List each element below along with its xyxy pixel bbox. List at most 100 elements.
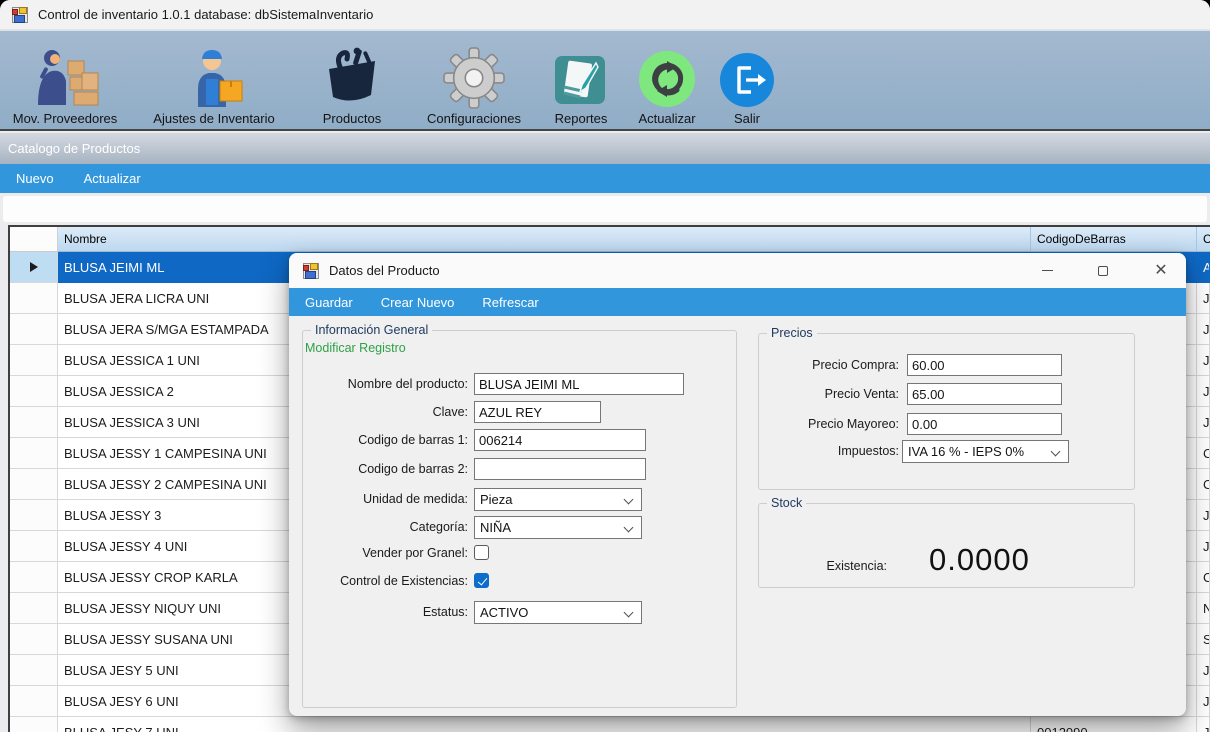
cell-clave[interactable]: CA bbox=[1197, 438, 1210, 469]
menu-item-guardar[interactable]: Guardar bbox=[305, 295, 353, 310]
close-button[interactable]: ✕ bbox=[1140, 253, 1182, 288]
cell-clave[interactable]: NIQ bbox=[1197, 593, 1210, 624]
codigo-barras-2-input[interactable] bbox=[474, 458, 646, 480]
catalog-title: Catalogo de Productos bbox=[8, 141, 140, 156]
field-label-categoria: Categoría: bbox=[303, 516, 468, 538]
row-selector[interactable] bbox=[10, 345, 58, 376]
precio-compra-input[interactable] bbox=[907, 354, 1062, 376]
menu-item-actualizar[interactable]: Actualizar bbox=[84, 171, 141, 186]
cell-clave[interactable]: JES bbox=[1197, 407, 1210, 438]
report-pencil-icon bbox=[552, 51, 610, 109]
column-header-codigodebarras[interactable]: CodigoDeBarras bbox=[1031, 227, 1197, 252]
row-selector[interactable] bbox=[10, 407, 58, 438]
toolbar-label: Productos bbox=[323, 111, 382, 126]
field-label-nombre: Nombre del producto: bbox=[303, 373, 468, 395]
maximize-icon bbox=[1098, 266, 1108, 276]
minimize-button[interactable] bbox=[1026, 253, 1068, 288]
unidad-medida-select[interactable]: Pieza bbox=[474, 488, 642, 511]
cell-clave[interactable]: SU bbox=[1197, 624, 1210, 655]
minimize-icon bbox=[1042, 270, 1053, 272]
estatus-select[interactable]: ACTIVO bbox=[474, 601, 642, 624]
row-selector[interactable] bbox=[10, 562, 58, 593]
row-selector[interactable] bbox=[10, 438, 58, 469]
existencia-value: 0.0000 bbox=[929, 542, 1030, 578]
cell-clave[interactable]: JER bbox=[1197, 314, 1210, 345]
cell-clave[interactable]: JER bbox=[1197, 283, 1210, 314]
categoria-select[interactable]: NIÑA bbox=[474, 516, 642, 539]
exit-icon bbox=[718, 51, 776, 109]
field-label-existencia: Existencia: bbox=[759, 559, 887, 573]
groupbox-title: Stock bbox=[767, 496, 806, 510]
close-icon: ✕ bbox=[1154, 263, 1167, 279]
row-selector[interactable] bbox=[10, 624, 58, 655]
maximize-button[interactable] bbox=[1082, 253, 1124, 288]
toolbar-label: Ajustes de Inventario bbox=[153, 111, 274, 126]
cell-clave[interactable]: JES bbox=[1197, 500, 1210, 531]
row-selector[interactable] bbox=[10, 655, 58, 686]
column-header-clave[interactable]: Cla bbox=[1197, 227, 1210, 252]
cell-clave[interactable]: CA bbox=[1197, 469, 1210, 500]
toolbar-item-actualizar[interactable]: Actualizar bbox=[628, 49, 706, 126]
toolbar-item-configuraciones[interactable]: Configuraciones bbox=[414, 47, 534, 126]
row-selector[interactable] bbox=[10, 283, 58, 314]
categoria-value: NIÑA bbox=[480, 520, 511, 535]
row-selector[interactable] bbox=[10, 469, 58, 500]
grid-corner-header[interactable] bbox=[10, 227, 58, 252]
field-label-precio-venta: Precio Venta: bbox=[759, 383, 899, 405]
vender-granel-checkbox[interactable] bbox=[474, 545, 489, 560]
cell-clave[interactable]: JES bbox=[1197, 717, 1210, 732]
main-window: Control de inventario 1.0.1 database: db… bbox=[0, 0, 1210, 732]
menu-item-refrescar[interactable]: Refrescar bbox=[482, 295, 538, 310]
field-label-control-existencias: Control de Existencias: bbox=[303, 570, 468, 592]
table-row[interactable]: BLUSA JESY 7 UNI 0012090 JES bbox=[10, 717, 1210, 732]
menu-item-nuevo[interactable]: Nuevo bbox=[16, 171, 54, 186]
toolbar-item-reportes[interactable]: Reportes bbox=[548, 51, 614, 126]
cell-nombre[interactable]: BLUSA JESY 7 UNI bbox=[58, 717, 1031, 732]
impuestos-value: IVA 16 % - IEPS 0% bbox=[908, 444, 1024, 459]
record-mode-label: Modificar Registro bbox=[305, 341, 406, 355]
window-title: Control de inventario 1.0.1 database: db… bbox=[38, 7, 373, 22]
cell-clave[interactable]: CR bbox=[1197, 562, 1210, 593]
toolbar-item-mov-proveedores[interactable]: Mov. Proveedores bbox=[6, 47, 124, 126]
product-dialog: Datos del Producto ✕ Guardar Crear Nuevo… bbox=[289, 253, 1186, 716]
row-selector[interactable] bbox=[10, 376, 58, 407]
estatus-value: ACTIVO bbox=[480, 605, 528, 620]
toolbar-item-productos[interactable]: Productos bbox=[304, 45, 400, 126]
menu-item-crear-nuevo[interactable]: Crear Nuevo bbox=[381, 295, 455, 310]
precio-mayoreo-input[interactable] bbox=[907, 413, 1062, 435]
gear-icon bbox=[443, 47, 505, 109]
chevron-down-icon bbox=[624, 495, 634, 505]
dialog-titlebar: Datos del Producto ✕ bbox=[289, 253, 1186, 288]
clave-input[interactable] bbox=[474, 401, 601, 423]
control-existencias-checkbox[interactable] bbox=[474, 573, 489, 588]
field-label-estatus: Estatus: bbox=[303, 601, 468, 623]
toolbox-icon bbox=[321, 45, 383, 109]
cell-clave[interactable]: JES bbox=[1197, 376, 1210, 407]
row-selector[interactable] bbox=[10, 686, 58, 717]
row-selector[interactable] bbox=[10, 531, 58, 562]
row-selector[interactable] bbox=[10, 593, 58, 624]
codigo-barras-1-input[interactable] bbox=[474, 429, 646, 451]
impuestos-select[interactable]: IVA 16 % - IEPS 0% bbox=[902, 440, 1069, 463]
toolbar-item-salir[interactable]: Salir bbox=[720, 51, 774, 126]
groupbox-title: Precios bbox=[767, 326, 817, 340]
row-selector[interactable] bbox=[10, 314, 58, 345]
cell-clave[interactable]: JES bbox=[1197, 345, 1210, 376]
toolbar-label: Configuraciones bbox=[427, 111, 521, 126]
toolbar-item-ajustes-inventario[interactable]: Ajustes de Inventario bbox=[138, 45, 290, 126]
cell-clave[interactable]: JES bbox=[1197, 531, 1210, 562]
cell-clave[interactable]: JES bbox=[1197, 655, 1210, 686]
row-selector[interactable] bbox=[10, 252, 58, 283]
row-selector[interactable] bbox=[10, 500, 58, 531]
app-icon bbox=[12, 7, 28, 23]
cell-barcode[interactable]: 0012090 bbox=[1031, 717, 1197, 732]
nombre-producto-input[interactable] bbox=[474, 373, 684, 395]
field-label-precio-compra: Precio Compra: bbox=[759, 354, 899, 376]
catalog-titlebar: Catalogo de Productos bbox=[0, 133, 1210, 164]
precio-venta-input[interactable] bbox=[907, 383, 1062, 405]
column-header-nombre[interactable]: Nombre bbox=[58, 227, 1031, 252]
row-selector[interactable] bbox=[10, 717, 58, 732]
cell-clave[interactable]: JES bbox=[1197, 686, 1210, 717]
field-label-precio-mayoreo: Precio Mayoreo: bbox=[759, 413, 899, 435]
cell-clave[interactable]: AZ bbox=[1197, 252, 1210, 283]
